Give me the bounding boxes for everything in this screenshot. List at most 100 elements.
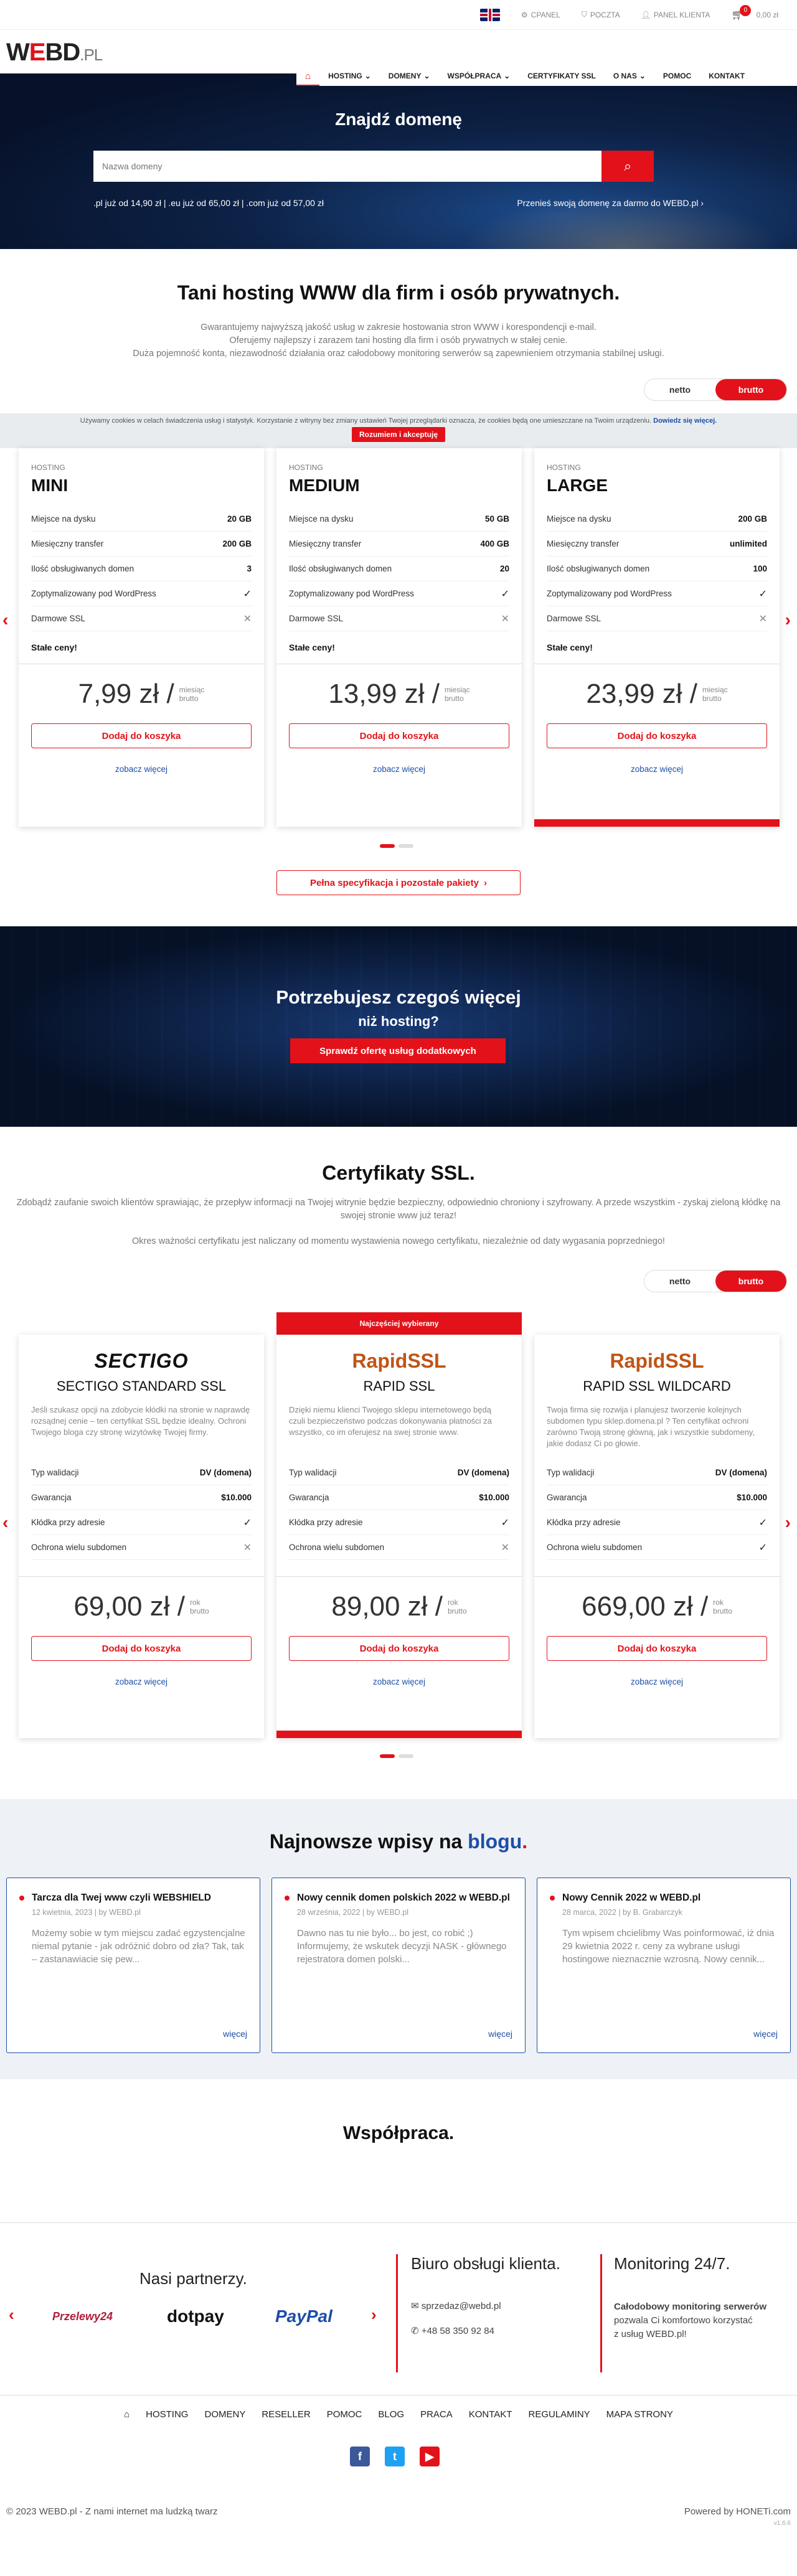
footer-link[interactable]: BLOG: [378, 2409, 404, 2420]
add-to-cart-button[interactable]: Dodaj do koszyka: [31, 1636, 252, 1661]
feature-label: Ilość obsługiwanych domen: [31, 564, 134, 573]
logo[interactable]: WEBD.PL: [6, 39, 103, 67]
footer-link[interactable]: POMOC: [327, 2409, 362, 2420]
blog-post-card[interactable]: Nowy cennik domen polskich 2022 w WEBD.p…: [271, 1878, 526, 2053]
poczta-link[interactable]: ⛉ POCZTA: [582, 10, 620, 19]
nav-item-pomoc[interactable]: POMOC: [654, 67, 700, 86]
feature-value: $10.000: [737, 1493, 767, 1502]
toggle-brutto[interactable]: brutto: [715, 379, 786, 400]
add-to-cart-button[interactable]: Dodaj do koszyka: [289, 1636, 509, 1661]
feature-label: Miejsce na dysku: [289, 514, 354, 524]
facebook-icon[interactable]: f: [350, 2447, 370, 2466]
see-more-link[interactable]: zobacz więcej: [19, 1677, 264, 1686]
carousel-prev-icon[interactable]: ‹: [2, 610, 8, 630]
carousel-dot[interactable]: [380, 1754, 395, 1758]
feature-row: Ilość obsługiwanych domen 3: [31, 557, 252, 581]
twitter-icon[interactable]: t: [385, 2447, 405, 2466]
nav-home[interactable]: ⌂: [296, 67, 320, 86]
chevron-right-icon: ›: [483, 877, 487, 888]
panel-link[interactable]: 👤︎ PANEL KLIENTA: [641, 11, 710, 19]
post-title[interactable]: Nowy cennik domen polskich 2022 w WEBD.p…: [285, 1892, 511, 1904]
see-more-link[interactable]: zobacz więcej: [534, 1677, 780, 1686]
search-button[interactable]: ⌕: [601, 151, 654, 182]
page: ⚙ CPANEL ⛉ POCZTA 👤︎ PANEL KLIENTA 🛒︎ 0 0,0…: [0, 0, 797, 2576]
full-spec-button[interactable]: Pełna specyfikacja i pozostałe pakiety ›: [276, 870, 521, 895]
blog-post-card[interactable]: Tarcza dla Twej www czyli WEBSHIELD 12 k…: [6, 1878, 260, 2053]
ssl-card-rapid-wildcard: RapidSSL RAPID SSL WILDCARD Twoja firma …: [534, 1335, 780, 1738]
transfer-link[interactable]: Przenieś swoją domenę za darmo do WEBD.p…: [517, 198, 704, 208]
uk-flag-icon[interactable]: [479, 8, 500, 21]
carousel-dot[interactable]: [398, 844, 413, 848]
feature-row: Darmowe SSL ✕: [547, 606, 767, 631]
add-to-cart-button[interactable]: Dodaj do koszyka: [547, 1636, 767, 1661]
post-title[interactable]: Nowy Cennik 2022 w WEBD.pl: [550, 1892, 776, 1904]
highlight-bar: [534, 819, 780, 827]
post-more-link[interactable]: więcej: [223, 2029, 247, 2039]
add-to-cart-button[interactable]: Dodaj do koszyka: [31, 723, 252, 748]
blog-title-link[interactable]: blogu: [468, 1830, 522, 1853]
add-to-cart-button[interactable]: Dodaj do koszyka: [289, 723, 509, 748]
domain-search-bar: ⌕: [93, 151, 654, 182]
footer-link[interactable]: HOSTING: [146, 2409, 188, 2420]
carousel-dot[interactable]: [380, 844, 395, 848]
home-icon[interactable]: ⌂: [124, 2409, 130, 2420]
partners-next-icon[interactable]: ›: [371, 2305, 377, 2325]
cookie-accept-button[interactable]: Rozumiem i akceptuję: [351, 427, 446, 442]
see-more-link[interactable]: zobacz więcej: [19, 764, 264, 774]
period-unit: miesiąc: [179, 685, 205, 694]
nav-label: DOMENY: [388, 72, 422, 80]
nav-item-hosting[interactable]: HOSTING ⌄: [319, 67, 380, 86]
feature-row: Miesięczny transfer unlimited: [547, 532, 767, 557]
footer-link[interactable]: DOMENY: [204, 2409, 245, 2420]
extra-services-button[interactable]: Sprawdź ofertę usług dodatkowych: [290, 1038, 506, 1063]
cart-total: 0,00 zł: [756, 10, 778, 19]
toggle-netto[interactable]: netto: [644, 1271, 715, 1292]
add-to-cart-button[interactable]: Dodaj do koszyka: [547, 723, 767, 748]
powered-by[interactable]: Powered by HONETi.com v1.6.6: [684, 2506, 791, 2527]
nav-item-ssl[interactable]: CERTYFIKATY SSL: [519, 67, 605, 86]
see-more-link[interactable]: zobacz więcej: [276, 764, 522, 774]
blog-post-card[interactable]: Nowy Cennik 2022 w WEBD.pl 28 marca, 202…: [537, 1878, 791, 2053]
see-more-link[interactable]: zobacz więcej: [534, 764, 780, 774]
carousel-next-icon[interactable]: ›: [785, 1513, 791, 1533]
post-title[interactable]: Tarcza dla Twej www czyli WEBSHIELD: [19, 1892, 246, 1904]
post-more-link[interactable]: więcej: [753, 2029, 778, 2039]
email-row[interactable]: ✉ sprzedaz@webd.pl: [411, 2300, 501, 2311]
nav-item-onas[interactable]: O NAS ⌄: [605, 67, 654, 86]
phone-number: +48 58 350 92 84: [421, 2326, 494, 2336]
footer-link[interactable]: RESELLER: [262, 2409, 310, 2420]
earth-glow: [436, 186, 797, 249]
cpanel-link[interactable]: ⚙ CPANEL: [521, 11, 560, 19]
toggle-brutto[interactable]: brutto: [715, 1271, 786, 1292]
language-flag[interactable]: [479, 8, 500, 21]
footer-link[interactable]: MAPA STRONY: [606, 2409, 673, 2420]
footer-link[interactable]: PRACA: [420, 2409, 453, 2420]
hosting-lead: Gwarantujemy najwyższą jakość usług w za…: [0, 321, 797, 360]
nav-item-domeny[interactable]: DOMENY ⌄: [380, 67, 439, 86]
post-more-link[interactable]: więcej: [488, 2029, 512, 2039]
feature-row: Typ walidacji DV (domena): [289, 1460, 509, 1485]
ssl-title-text: Certyfikaty SSL.: [322, 1162, 475, 1184]
carousel-next-icon[interactable]: ›: [785, 610, 791, 630]
youtube-icon[interactable]: ▶: [420, 2447, 440, 2466]
carousel-dot[interactable]: [398, 1754, 413, 1758]
partners-prev-icon[interactable]: ‹: [9, 2305, 14, 2325]
footer-link[interactable]: REGULAMINY: [528, 2409, 590, 2420]
see-more-link[interactable]: zobacz więcej: [276, 1677, 522, 1686]
cookie-more-link[interactable]: Dowiedz się więcej.: [653, 417, 717, 425]
nav-item-kontakt[interactable]: KONTAKT: [700, 67, 753, 86]
domain-search-input[interactable]: [93, 151, 601, 182]
cart-link[interactable]: 🛒︎ 0 0,00 zł: [731, 4, 778, 21]
toggle-netto[interactable]: netto: [644, 379, 715, 400]
ssl-card-sectigo: SECTIGO SECTIGO STANDARD SSL Jeśli szuka…: [19, 1335, 264, 1738]
nav-item-wspolpraca[interactable]: WSPÓŁPRACA ⌄: [439, 67, 519, 86]
przelewy24-logo: Przelewy24: [52, 2310, 113, 2323]
carousel-prev-icon[interactable]: ‹: [2, 1513, 8, 1533]
feature-label: Typ walidacji: [289, 1468, 337, 1477]
feature-label: Darmowe SSL: [547, 614, 601, 623]
phone-row[interactable]: ✆ +48 58 350 92 84: [411, 2325, 494, 2336]
cross-icon: ✕: [758, 613, 767, 624]
footer-link[interactable]: KONTAKT: [469, 2409, 512, 2420]
post-date: 12 kwietnia, 2023 | by WEBD.pl: [32, 1908, 141, 1917]
feature-row: Kłódka przy adresie ✓: [31, 1510, 252, 1535]
